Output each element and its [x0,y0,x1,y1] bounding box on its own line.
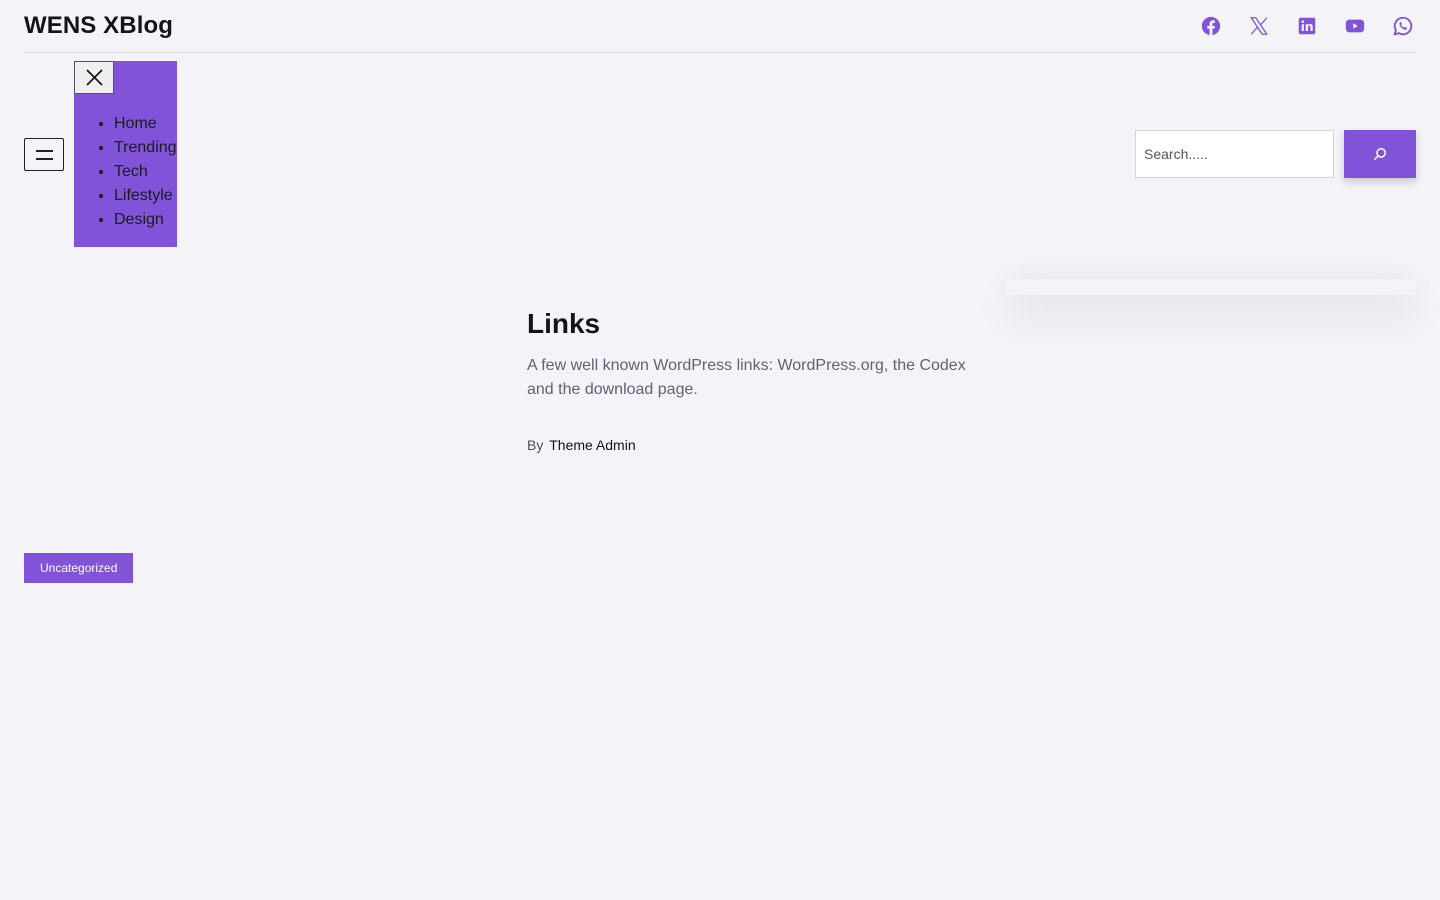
search-input[interactable] [1135,130,1334,178]
nav-item-home: Home [114,112,177,136]
nav-link-trending[interactable]: Trending [114,139,177,156]
nav-link-lifestyle[interactable]: Lifestyle [114,187,173,204]
nav-item-design: Design [114,208,177,232]
hamburger-icon-bar-top [36,150,53,152]
nav-item-tech: Tech [114,160,177,184]
sidebar-card-strip [1006,279,1416,295]
post-excerpt: A few well known WordPress links: WordPr… [527,357,966,398]
author-link[interactable]: Theme Admin [549,437,635,453]
navigation-panel: Home Trending Tech Lifestyle Design [74,61,177,247]
nav-link-tech[interactable]: Tech [114,163,148,180]
category-tag-uncategorized[interactable]: Uncategorized [24,553,134,583]
linkedin-icon[interactable] [1296,15,1320,37]
nav-menu: Home Trending Tech Lifestyle Design [74,112,177,232]
nav-link-design[interactable]: Design [114,211,164,228]
close-icon [86,69,103,86]
post-card: Links A few well known WordPress links: … [527,306,977,454]
site-header: WENS XBlog [24,0,1416,53]
close-menu-button[interactable] [74,61,114,94]
x-twitter-icon[interactable] [1248,15,1272,37]
youtube-icon[interactable] [1344,15,1368,37]
nav-link-home[interactable]: Home [114,115,157,132]
nav-item-trending: Trending [114,136,177,160]
search-icon [1374,148,1386,160]
site-title[interactable]: WENS XBlog [24,12,173,40]
search-button[interactable] [1344,130,1416,178]
facebook-icon[interactable] [1200,15,1224,37]
post-byline: By Theme Admin [527,436,977,454]
social-links [1200,15,1416,37]
whatsapp-icon[interactable] [1392,15,1416,37]
byline-prefix: By [527,437,544,453]
hamburger-icon-bar-bottom [36,158,53,160]
post-title[interactable]: Links [527,306,977,342]
nav-item-lifestyle: Lifestyle [114,184,177,208]
menu-toggle-button[interactable] [24,138,64,171]
